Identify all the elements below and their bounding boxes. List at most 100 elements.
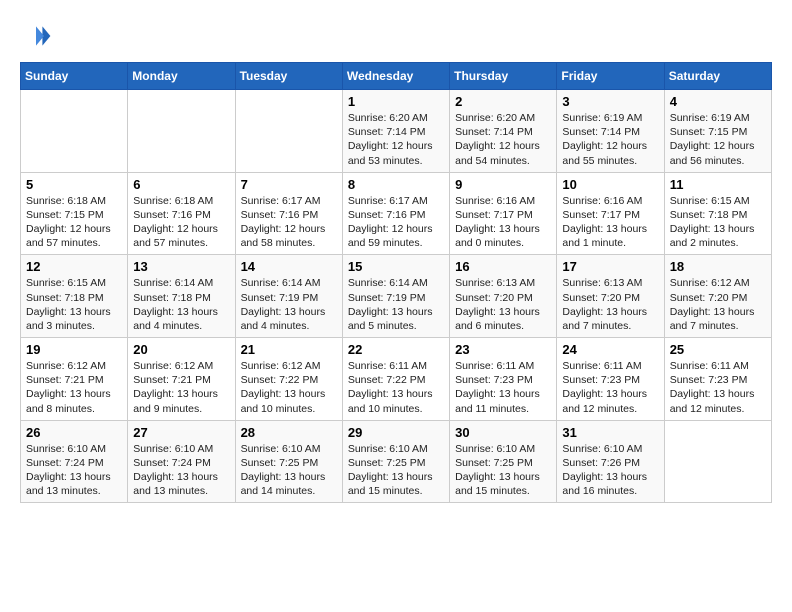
day-detail: Sunrise: 6:10 AM Sunset: 7:24 PM Dayligh… xyxy=(26,442,122,499)
day-number: 13 xyxy=(133,259,229,274)
day-detail: Sunrise: 6:11 AM Sunset: 7:22 PM Dayligh… xyxy=(348,359,444,416)
day-number: 29 xyxy=(348,425,444,440)
calendar-cell xyxy=(21,90,128,173)
calendar-header: SundayMondayTuesdayWednesdayThursdayFrid… xyxy=(21,63,772,90)
calendar-cell: 4Sunrise: 6:19 AM Sunset: 7:15 PM Daylig… xyxy=(664,90,771,173)
day-detail: Sunrise: 6:15 AM Sunset: 7:18 PM Dayligh… xyxy=(670,194,766,251)
calendar-week: 1Sunrise: 6:20 AM Sunset: 7:14 PM Daylig… xyxy=(21,90,772,173)
calendar-cell: 6 Sunrise: 6:18 AM Sunset: 7:16 PM Daylig… xyxy=(128,172,235,255)
calendar-cell: 13 Sunrise: 6:14 AM Sunset: 7:18 PM Dayli… xyxy=(128,255,235,338)
day-detail: Sunrise: 6:11 AM Sunset: 7:23 PM Dayligh… xyxy=(670,359,766,416)
day-number: 10 xyxy=(562,177,658,192)
calendar-table: SundayMondayTuesdayWednesdayThursdayFrid… xyxy=(20,62,772,503)
calendar-cell: 18 Sunrise: 6:12 AM Sunset: 7:20 PM Dayli… xyxy=(664,255,771,338)
day-detail: Sunrise: 6:15 AM Sunset: 7:18 PM Dayligh… xyxy=(26,276,122,333)
calendar-cell: 12 Sunrise: 6:15 AM Sunset: 7:18 PM Dayli… xyxy=(21,255,128,338)
day-number: 24 xyxy=(562,342,658,357)
day-number: 8 xyxy=(348,177,444,192)
calendar-cell xyxy=(235,90,342,173)
day-detail: Sunrise: 6:19 AM Sunset: 7:14 PM Dayligh… xyxy=(562,111,658,168)
day-detail: Sunrise: 6:16 AM Sunset: 7:17 PM Dayligh… xyxy=(455,194,551,251)
calendar-cell: 11 Sunrise: 6:15 AM Sunset: 7:18 PM Dayli… xyxy=(664,172,771,255)
calendar-cell: 21 Sunrise: 6:12 AM Sunset: 7:22 PM Dayli… xyxy=(235,338,342,421)
calendar-body: 1Sunrise: 6:20 AM Sunset: 7:14 PM Daylig… xyxy=(21,90,772,503)
day-detail: Sunrise: 6:12 AM Sunset: 7:22 PM Dayligh… xyxy=(241,359,337,416)
calendar-cell: 5 Sunrise: 6:18 AM Sunset: 7:15 PM Daylig… xyxy=(21,172,128,255)
day-detail: Sunrise: 6:17 AM Sunset: 7:16 PM Dayligh… xyxy=(348,194,444,251)
calendar-week: 26 Sunrise: 6:10 AM Sunset: 7:24 PM Dayli… xyxy=(21,420,772,503)
logo xyxy=(20,20,56,52)
weekday-header: Wednesday xyxy=(342,63,449,90)
weekday-header: Saturday xyxy=(664,63,771,90)
day-number: 11 xyxy=(670,177,766,192)
day-number: 3 xyxy=(562,94,658,109)
header-row: SundayMondayTuesdayWednesdayThursdayFrid… xyxy=(21,63,772,90)
day-detail: Sunrise: 6:17 AM Sunset: 7:16 PM Dayligh… xyxy=(241,194,337,251)
page-header xyxy=(20,20,772,52)
calendar-cell: 30 Sunrise: 6:10 AM Sunset: 7:25 PM Dayli… xyxy=(450,420,557,503)
calendar-cell: 7 Sunrise: 6:17 AM Sunset: 7:16 PM Daylig… xyxy=(235,172,342,255)
calendar-cell: 3 Sunrise: 6:19 AM Sunset: 7:14 PM Daylig… xyxy=(557,90,664,173)
day-number: 7 xyxy=(241,177,337,192)
calendar-cell: 14 Sunrise: 6:14 AM Sunset: 7:19 PM Dayli… xyxy=(235,255,342,338)
weekday-header: Friday xyxy=(557,63,664,90)
calendar-week: 5 Sunrise: 6:18 AM Sunset: 7:15 PM Daylig… xyxy=(21,172,772,255)
day-detail: Sunrise: 6:20 AM Sunset: 7:14 PM Dayligh… xyxy=(455,111,551,168)
day-number: 18 xyxy=(670,259,766,274)
calendar-cell: 28 Sunrise: 6:10 AM Sunset: 7:25 PM Dayli… xyxy=(235,420,342,503)
weekday-header: Monday xyxy=(128,63,235,90)
calendar-week: 19 Sunrise: 6:12 AM Sunset: 7:21 PM Dayli… xyxy=(21,338,772,421)
calendar-cell: 17Sunrise: 6:13 AM Sunset: 7:20 PM Dayli… xyxy=(557,255,664,338)
day-number: 12 xyxy=(26,259,122,274)
day-number: 27 xyxy=(133,425,229,440)
calendar-cell: 24 Sunrise: 6:11 AM Sunset: 7:23 PM Dayli… xyxy=(557,338,664,421)
calendar-cell: 26 Sunrise: 6:10 AM Sunset: 7:24 PM Dayli… xyxy=(21,420,128,503)
calendar-cell: 19 Sunrise: 6:12 AM Sunset: 7:21 PM Dayli… xyxy=(21,338,128,421)
day-number: 6 xyxy=(133,177,229,192)
logo-icon xyxy=(20,20,52,52)
day-detail: Sunrise: 6:18 AM Sunset: 7:16 PM Dayligh… xyxy=(133,194,229,251)
day-number: 15 xyxy=(348,259,444,274)
day-number: 14 xyxy=(241,259,337,274)
day-detail: Sunrise: 6:12 AM Sunset: 7:20 PM Dayligh… xyxy=(670,276,766,333)
calendar-cell: 25Sunrise: 6:11 AM Sunset: 7:23 PM Dayli… xyxy=(664,338,771,421)
calendar-cell: 23Sunrise: 6:11 AM Sunset: 7:23 PM Dayli… xyxy=(450,338,557,421)
calendar-cell: 31Sunrise: 6:10 AM Sunset: 7:26 PM Dayli… xyxy=(557,420,664,503)
day-detail: Sunrise: 6:19 AM Sunset: 7:15 PM Dayligh… xyxy=(670,111,766,168)
day-number: 23 xyxy=(455,342,551,357)
calendar-cell: 29 Sunrise: 6:10 AM Sunset: 7:25 PM Dayli… xyxy=(342,420,449,503)
day-detail: Sunrise: 6:18 AM Sunset: 7:15 PM Dayligh… xyxy=(26,194,122,251)
day-number: 26 xyxy=(26,425,122,440)
day-detail: Sunrise: 6:20 AM Sunset: 7:14 PM Dayligh… xyxy=(348,111,444,168)
calendar-cell: 16Sunrise: 6:13 AM Sunset: 7:20 PM Dayli… xyxy=(450,255,557,338)
day-detail: Sunrise: 6:10 AM Sunset: 7:25 PM Dayligh… xyxy=(241,442,337,499)
calendar-cell: 9 Sunrise: 6:16 AM Sunset: 7:17 PM Daylig… xyxy=(450,172,557,255)
day-number: 28 xyxy=(241,425,337,440)
calendar-cell xyxy=(128,90,235,173)
calendar-cell: 2 Sunrise: 6:20 AM Sunset: 7:14 PM Daylig… xyxy=(450,90,557,173)
calendar-week: 12 Sunrise: 6:15 AM Sunset: 7:18 PM Dayli… xyxy=(21,255,772,338)
calendar-cell: 22Sunrise: 6:11 AM Sunset: 7:22 PM Dayli… xyxy=(342,338,449,421)
day-detail: Sunrise: 6:13 AM Sunset: 7:20 PM Dayligh… xyxy=(455,276,551,333)
weekday-header: Tuesday xyxy=(235,63,342,90)
day-number: 31 xyxy=(562,425,658,440)
day-detail: Sunrise: 6:10 AM Sunset: 7:25 PM Dayligh… xyxy=(455,442,551,499)
day-number: 5 xyxy=(26,177,122,192)
day-detail: Sunrise: 6:10 AM Sunset: 7:25 PM Dayligh… xyxy=(348,442,444,499)
day-number: 21 xyxy=(241,342,337,357)
day-detail: Sunrise: 6:14 AM Sunset: 7:18 PM Dayligh… xyxy=(133,276,229,333)
day-number: 30 xyxy=(455,425,551,440)
day-number: 2 xyxy=(455,94,551,109)
day-number: 9 xyxy=(455,177,551,192)
calendar-cell xyxy=(664,420,771,503)
day-detail: Sunrise: 6:13 AM Sunset: 7:20 PM Dayligh… xyxy=(562,276,658,333)
day-detail: Sunrise: 6:11 AM Sunset: 7:23 PM Dayligh… xyxy=(562,359,658,416)
day-detail: Sunrise: 6:12 AM Sunset: 7:21 PM Dayligh… xyxy=(133,359,229,416)
calendar-cell: 27Sunrise: 6:10 AM Sunset: 7:24 PM Dayli… xyxy=(128,420,235,503)
calendar-cell: 8 Sunrise: 6:17 AM Sunset: 7:16 PM Daylig… xyxy=(342,172,449,255)
day-detail: Sunrise: 6:12 AM Sunset: 7:21 PM Dayligh… xyxy=(26,359,122,416)
weekday-header: Thursday xyxy=(450,63,557,90)
day-detail: Sunrise: 6:14 AM Sunset: 7:19 PM Dayligh… xyxy=(241,276,337,333)
day-detail: Sunrise: 6:16 AM Sunset: 7:17 PM Dayligh… xyxy=(562,194,658,251)
day-number: 19 xyxy=(26,342,122,357)
